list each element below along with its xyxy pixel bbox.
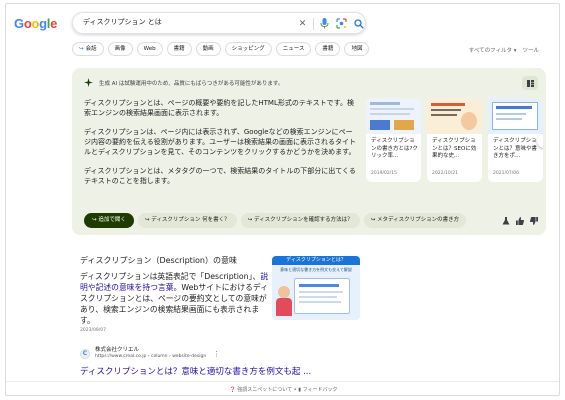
ai-overview-panel: 生成 AI は試験運用中のため、品質にもばらつきがある可能性があります。 ディス… bbox=[72, 68, 546, 235]
source-date: 2021/07/06 bbox=[493, 171, 519, 176]
feedback-link[interactable]: フィードバック bbox=[303, 387, 338, 393]
source-card[interactable]: ディスクリプションの書き方とは?クリック率... 2019/02/15 bbox=[366, 98, 421, 182]
ai-notice: 生成 AI は試験運用中のため、品質にもばらつきがある可能性があります。 bbox=[99, 80, 284, 87]
ai-paragraph: ディスクリプションとは、ページの概要や要約を記したHTML形式のテキストです。検… bbox=[84, 99, 354, 117]
followup-chip[interactable]: ↪ メタディスクリプションの書き方 bbox=[363, 213, 467, 228]
result-title-link[interactable]: ディスクリプションとは？意味と適切な書き方を例文も起 ... bbox=[80, 365, 311, 377]
ai-paragraph: ディスクリプションとは、メタタグの一つで、検索結果のタイトルの下部分に出てくるテ… bbox=[84, 167, 356, 185]
chip-videos[interactable]: 動画 bbox=[195, 42, 221, 56]
browser-frame: Google ✕ ↪会話 画像 Web 書籍 動画 ショッピング ニュース 書籍… bbox=[5, 3, 560, 396]
search-divider bbox=[313, 18, 314, 30]
search-bar: ✕ bbox=[72, 12, 366, 34]
source-date: 2022/10/21 bbox=[432, 171, 458, 176]
ai-followup-row: ↪ 追加で聞く ↪ ディスクリプション 何を書く？ ↪ ディスクリプションを確認… bbox=[84, 213, 467, 228]
ai-overview-header: 生成 AI は試験運用中のため、品質にもばらつきがある可能性があります。 bbox=[84, 78, 283, 87]
chip-news[interactable]: ニュース bbox=[275, 42, 312, 56]
site-text: 株式会社クリエル https://www.creal.co.jp › colum… bbox=[95, 347, 206, 360]
sparkle-icon bbox=[84, 78, 93, 87]
source-title: ディスクリプションとは？意味や書き方をポ... bbox=[493, 138, 538, 159]
followup-chip[interactable]: ↪ ディスクリプションを確認する方法は？ bbox=[240, 213, 360, 228]
site-url: https://www.creal.co.jp › column › websi… bbox=[95, 354, 207, 359]
chip-label: 会話 bbox=[85, 46, 97, 52]
chip-maps[interactable]: 地図 bbox=[344, 42, 370, 56]
ask-more-label: 追加で聞く bbox=[98, 217, 126, 223]
arrow-icon: ↪ bbox=[79, 46, 84, 52]
snippet-body: ディスクリプションは英語表記で「Description」、説明や記述の意味を持つ… bbox=[80, 271, 270, 326]
thumbs-down-icon[interactable] bbox=[530, 217, 538, 225]
result-site-info[interactable]: C 株式会社クリエル https://www.creal.co.jp › col… bbox=[80, 347, 220, 360]
source-thumbnail bbox=[366, 98, 421, 134]
snippet-image[interactable]: ディスクリプションとは？ 意味と適切な書き方を例文も交えて解説 bbox=[272, 256, 360, 320]
chip-conversation[interactable]: ↪ 会話 bbox=[72, 42, 104, 56]
chip-web[interactable]: Web bbox=[136, 42, 163, 56]
source-card[interactable]: ディスクリプションとは？意味や書き方をポ... 2021/07/06 › bbox=[488, 98, 543, 182]
google-logo[interactable]: Google bbox=[14, 16, 57, 31]
microphone-icon[interactable] bbox=[318, 17, 331, 30]
source-card[interactable]: ディスクリプションとは？SEOに効果的な史... 2022/10/21 bbox=[427, 98, 482, 182]
source-title: ディスクリプションとは？SEOに効果的な史... bbox=[432, 138, 477, 159]
tools-button[interactable]: ツール bbox=[522, 46, 539, 54]
thumbs-up-icon[interactable] bbox=[516, 217, 524, 225]
source-thumbnail bbox=[488, 98, 543, 134]
clear-icon[interactable]: ✕ bbox=[296, 17, 309, 30]
all-filters-button[interactable]: すべてのフィルタ ▾ bbox=[469, 46, 517, 54]
source-cards: ディスクリプションの書き方とは?クリック率... 2019/02/15 ディスク… bbox=[366, 98, 543, 182]
search-icon[interactable] bbox=[352, 17, 365, 30]
filter-tools: すべてのフィルタ ▾ ツール bbox=[469, 46, 539, 54]
followup-chip[interactable]: ↪ ディスクリプション 何を書く？ bbox=[137, 213, 237, 228]
ai-paragraph: ディスクリプションは、ページ内には表示されず、Googleなどの検索エンジンにペ… bbox=[84, 128, 356, 156]
chip-images[interactable]: 画像 bbox=[107, 42, 133, 56]
ai-feedback-icons bbox=[502, 217, 538, 225]
site-name: 株式会社クリエル bbox=[95, 347, 140, 353]
source-thumbnail bbox=[427, 98, 482, 134]
about-snippet-link[interactable]: 強調スニペットについて bbox=[237, 387, 292, 393]
chip-books[interactable]: 書籍 bbox=[166, 42, 192, 56]
panel-layout-icon[interactable] bbox=[522, 76, 538, 90]
snippet-footer: ❓ 強調スニペットについて • ▮ フィードバック bbox=[6, 381, 559, 393]
snippet-date: 2023/09/07 bbox=[80, 328, 106, 333]
chip-books-2[interactable]: 書籍 bbox=[315, 42, 341, 56]
source-date: 2019/02/15 bbox=[371, 171, 397, 176]
google-lens-icon[interactable] bbox=[335, 17, 348, 30]
ai-overview-text: ディスクリプションとは、ページの概要や要約を記したHTML形式のテキストです。検… bbox=[84, 98, 356, 195]
search-input[interactable] bbox=[83, 18, 283, 26]
ask-more-button[interactable]: ↪ 追加で聞く bbox=[84, 213, 134, 228]
image-subcaption: 意味と適切な書き方を例文も交えて解説 bbox=[280, 267, 352, 272]
search-mode-chips: ↪ 会話 画像 Web 書籍 動画 ショッピング ニュース 書籍 地図 bbox=[72, 42, 370, 56]
lab-flask-icon[interactable] bbox=[502, 217, 510, 225]
followup-label: メタディスクリプションの書き方 bbox=[376, 217, 460, 223]
more-options-icon[interactable]: ⋮ bbox=[213, 350, 220, 358]
site-favicon-icon: C bbox=[80, 348, 90, 359]
chip-shopping[interactable]: ショッピング bbox=[224, 42, 272, 56]
help-icon: ❓ bbox=[229, 387, 236, 393]
feedback-icon: ▮ bbox=[298, 387, 302, 393]
followup-label: ディスクリプション 何を書く？ bbox=[151, 217, 230, 223]
image-caption: ディスクリプションとは？ bbox=[286, 257, 346, 263]
source-title: ディスクリプションの書き方とは?クリック率... bbox=[371, 138, 418, 159]
followup-label: ディスクリプションを確認する方法は？ bbox=[253, 217, 353, 223]
snippet-text: ディスクリプションは英語表記で「Description」、 bbox=[80, 272, 261, 281]
